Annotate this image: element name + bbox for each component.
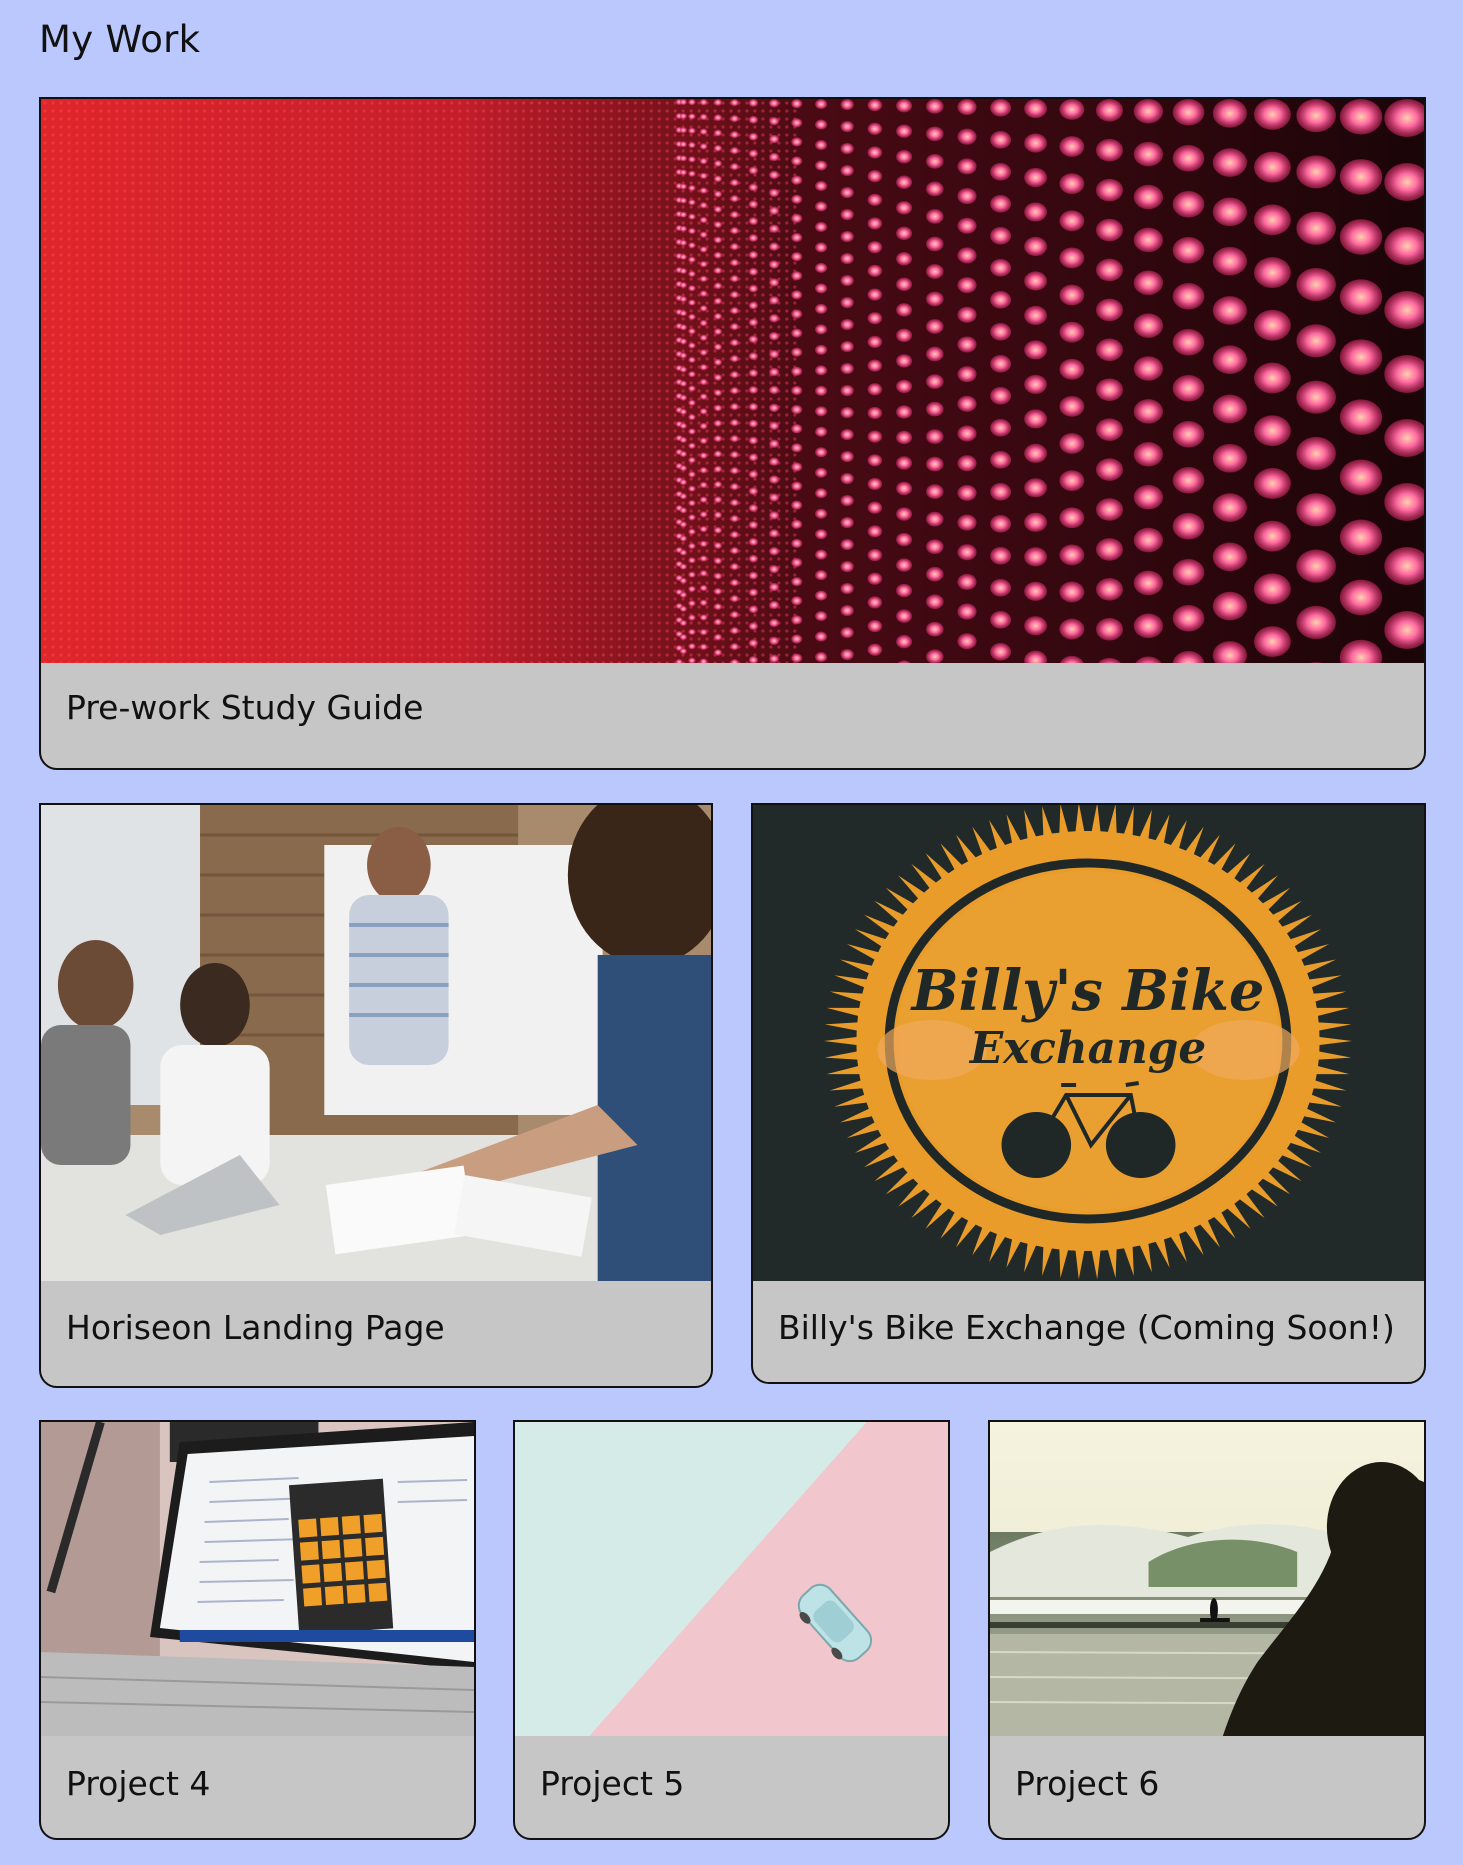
- project-card-label: Billy's Bike Exchange (Coming Soon!): [778, 1308, 1395, 1347]
- project-card-label: Project 6: [1015, 1764, 1160, 1803]
- led-wall-image: [41, 99, 1424, 663]
- surfer-image: [990, 1422, 1424, 1736]
- project-card-label: Horiseon Landing Page: [66, 1308, 445, 1347]
- project-card-label: Pre-work Study Guide: [66, 688, 424, 727]
- logo-text-line2: Exchange: [968, 1023, 1206, 1074]
- project-card-label: Project 4: [66, 1764, 211, 1803]
- project-card-horiseon-landing-page[interactable]: Horiseon Landing Page: [39, 803, 713, 1388]
- team-meeting-image: [41, 805, 711, 1281]
- logo-text-line1: Billy's Bike: [910, 959, 1265, 1024]
- project-card-project-4[interactable]: Project 4: [39, 1420, 476, 1840]
- bike-exchange-logo: Billy's Bike Exchange: [753, 805, 1424, 1281]
- page-title: My Work: [39, 18, 201, 61]
- project-card-prework-study-guide[interactable]: Pre-work Study Guide: [39, 97, 1426, 770]
- laptop-calculator-image: [41, 1422, 474, 1736]
- project-card-project-5[interactable]: Project 5: [513, 1420, 950, 1840]
- toy-car-image: [515, 1422, 948, 1736]
- project-card-billys-bike-exchange[interactable]: Billy's Bike Exchange Billy's Bike Excha…: [751, 803, 1426, 1384]
- project-card-label: Project 5: [540, 1764, 685, 1803]
- project-card-project-6[interactable]: Project 6: [988, 1420, 1426, 1840]
